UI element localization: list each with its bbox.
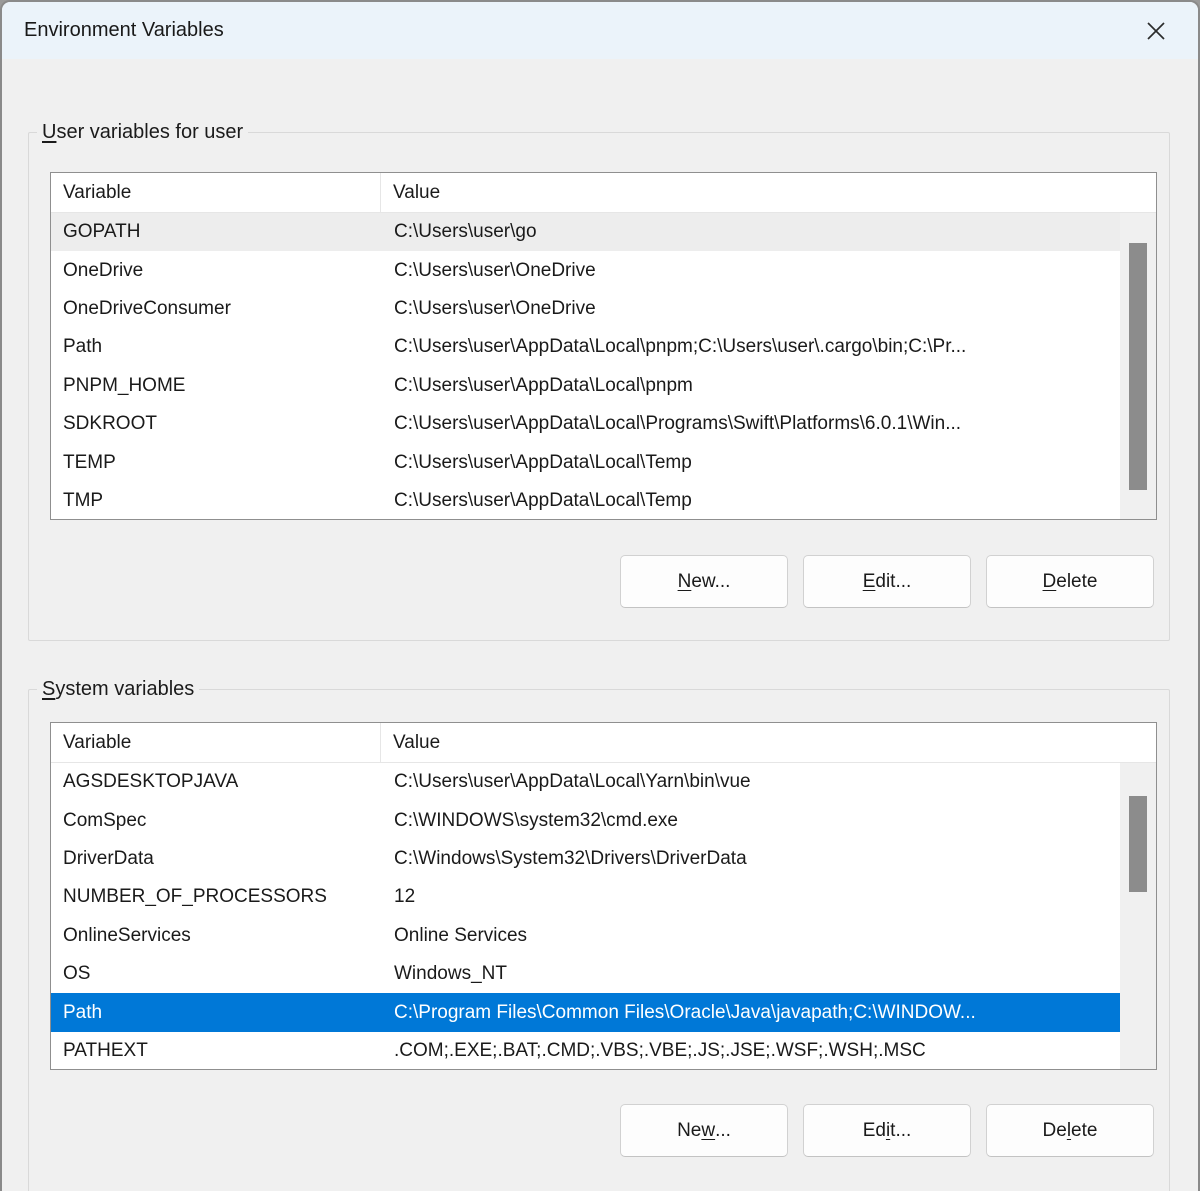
group-label-post: ystem variables	[55, 678, 194, 700]
vertical-scrollbar[interactable]	[1120, 213, 1156, 519]
table-row[interactable]: OneDrive C:\Users\user\OneDrive	[51, 251, 1120, 289]
group-label-mnemonic: U	[42, 121, 56, 143]
user-table-rows: GOPATH C:\Users\user\go OneDrive C:\User…	[51, 213, 1120, 519]
variable-value-cell: C:\Users\user\AppData\Local\Yarn\bin\vue	[381, 771, 1120, 793]
variable-name-cell: AGSDESKTOPJAVA	[51, 771, 381, 793]
table-row[interactable]: OnlineServices Online Services	[51, 917, 1120, 955]
variable-value-cell: .COM;.EXE;.BAT;.CMD;.VBS;.VBE;.JS;.JSE;.…	[381, 1040, 1120, 1062]
button-label: Ne	[677, 1120, 701, 1142]
table-row[interactable]: OneDriveConsumer C:\Users\user\OneDrive	[51, 290, 1120, 328]
column-header-variable[interactable]: Variable	[51, 173, 381, 212]
table-row[interactable]: PNPM_HOME C:\Users\user\AppData\Local\pn…	[51, 367, 1120, 405]
button-label: Ed	[863, 1120, 886, 1142]
button-label: t...	[890, 1120, 911, 1142]
table-row[interactable]: AGSDESKTOPJAVA C:\Users\user\AppData\Loc…	[51, 763, 1120, 801]
variable-value-cell: 12	[381, 886, 1120, 908]
table-row[interactable]: Path C:\Users\user\AppData\Local\pnpm;C:…	[51, 328, 1120, 366]
button-label-mnemonic: E	[863, 571, 876, 593]
variable-value-cell: C:\Users\user\OneDrive	[381, 298, 1120, 320]
column-header-variable[interactable]: Variable	[51, 723, 381, 762]
variable-value-cell: C:\Windows\System32\Drivers\DriverData	[381, 848, 1120, 870]
column-header-value[interactable]: Value	[381, 723, 1156, 762]
variable-name-cell: GOPATH	[51, 221, 381, 243]
button-label: ...	[715, 1120, 731, 1142]
variable-value-cell: C:\Users\user\AppData\Local\pnpm	[381, 375, 1120, 397]
table-row[interactable]: PATHEXT .COM;.EXE;.BAT;.CMD;.VBS;.VBE;.J…	[51, 1032, 1120, 1070]
variable-name-cell: PNPM_HOME	[51, 375, 381, 397]
vertical-scrollbar[interactable]	[1120, 763, 1156, 1069]
table-row[interactable]: OS Windows_NT	[51, 955, 1120, 993]
button-label: ete	[1071, 1120, 1097, 1142]
table-row[interactable]: NUMBER_OF_PROCESSORS 12	[51, 878, 1120, 916]
button-label: dit...	[875, 571, 911, 593]
user-table-body: GOPATH C:\Users\user\go OneDrive C:\User…	[51, 213, 1156, 519]
system-new-button[interactable]: New...	[620, 1104, 788, 1157]
variable-value-cell: C:\Users\user\go	[381, 221, 1120, 243]
variable-value-cell: C:\Program Files\Common Files\Oracle\Jav…	[381, 1002, 1120, 1024]
group-label-post: ser variables for user	[56, 121, 243, 143]
button-label: elete	[1056, 571, 1097, 593]
user-delete-button[interactable]: Delete	[986, 555, 1154, 608]
user-variables-table: Variable Value GOPATH C:\Users\user\go O…	[50, 172, 1157, 520]
variable-value-cell: Online Services	[381, 925, 1120, 947]
system-buttons-row: New... Edit... Delete	[620, 1104, 1154, 1157]
system-edit-button[interactable]: Edit...	[803, 1104, 971, 1157]
system-table-rows: AGSDESKTOPJAVA C:\Users\user\AppData\Loc…	[51, 763, 1120, 1069]
button-label: ew...	[691, 571, 730, 593]
variable-name-cell: Path	[51, 336, 381, 358]
button-label-mnemonic: D	[1043, 571, 1057, 593]
variable-name-cell: TEMP	[51, 452, 381, 474]
variable-name-cell: ComSpec	[51, 810, 381, 832]
user-edit-button[interactable]: Edit...	[803, 555, 971, 608]
user-buttons-row: New... Edit... Delete	[620, 555, 1154, 608]
close-icon	[1143, 18, 1169, 44]
variable-value-cell: C:\Users\user\AppData\Local\pnpm;C:\User…	[381, 336, 1120, 358]
variable-name-cell: SDKROOT	[51, 413, 381, 435]
table-row[interactable]: ComSpec C:\WINDOWS\system32\cmd.exe	[51, 801, 1120, 839]
system-delete-button[interactable]: Delete	[986, 1104, 1154, 1157]
user-new-button[interactable]: New...	[620, 555, 788, 608]
title-bar: Environment Variables	[2, 2, 1198, 59]
variable-name-cell: PATHEXT	[51, 1040, 381, 1062]
variable-name-cell: OnlineServices	[51, 925, 381, 947]
variable-name-cell: Path	[51, 1002, 381, 1024]
table-row-selected[interactable]: Path C:\Program Files\Common Files\Oracl…	[51, 993, 1120, 1031]
user-variables-group-label: User variables for user	[37, 121, 248, 144]
table-row[interactable]: DriverData C:\Windows\System32\Drivers\D…	[51, 840, 1120, 878]
variable-value-cell: C:\Users\user\AppData\Local\Programs\Swi…	[381, 413, 1120, 435]
table-row[interactable]: TMP C:\Users\user\AppData\Local\Temp	[51, 482, 1120, 520]
variable-name-cell: OneDrive	[51, 260, 381, 282]
column-header-value[interactable]: Value	[381, 173, 1156, 212]
variable-value-cell: C:\WINDOWS\system32\cmd.exe	[381, 810, 1120, 832]
system-table-header: Variable Value	[51, 723, 1156, 763]
button-label: De	[1043, 1120, 1067, 1142]
table-row[interactable]: SDKROOT C:\Users\user\AppData\Local\Prog…	[51, 405, 1120, 443]
variable-name-cell: NUMBER_OF_PROCESSORS	[51, 886, 381, 908]
scrollbar-thumb[interactable]	[1129, 243, 1147, 490]
variable-value-cell: C:\Users\user\OneDrive	[381, 260, 1120, 282]
table-row[interactable]: TEMP C:\Users\user\AppData\Local\Temp	[51, 443, 1120, 481]
variable-name-cell: DriverData	[51, 848, 381, 870]
system-variables-table: Variable Value AGSDESKTOPJAVA C:\Users\u…	[50, 722, 1157, 1070]
table-row[interactable]: GOPATH C:\Users\user\go	[51, 213, 1120, 251]
system-table-body: AGSDESKTOPJAVA C:\Users\user\AppData\Loc…	[51, 763, 1156, 1069]
button-label-mnemonic: N	[678, 571, 692, 593]
variable-name-cell: OS	[51, 963, 381, 985]
environment-variables-dialog: Environment Variables User variables for…	[0, 0, 1200, 1191]
user-table-header: Variable Value	[51, 173, 1156, 213]
variable-name-cell: OneDriveConsumer	[51, 298, 381, 320]
group-label-mnemonic: S	[42, 678, 55, 700]
button-label-mnemonic: w	[701, 1120, 715, 1142]
variable-value-cell: Windows_NT	[381, 963, 1120, 985]
scrollbar-thumb[interactable]	[1129, 796, 1147, 892]
close-button[interactable]	[1136, 11, 1176, 51]
window-title: Environment Variables	[24, 19, 224, 42]
variable-name-cell: TMP	[51, 490, 381, 512]
variable-value-cell: C:\Users\user\AppData\Local\Temp	[381, 490, 1120, 512]
variable-value-cell: C:\Users\user\AppData\Local\Temp	[381, 452, 1120, 474]
system-variables-group-label: System variables	[37, 678, 199, 701]
